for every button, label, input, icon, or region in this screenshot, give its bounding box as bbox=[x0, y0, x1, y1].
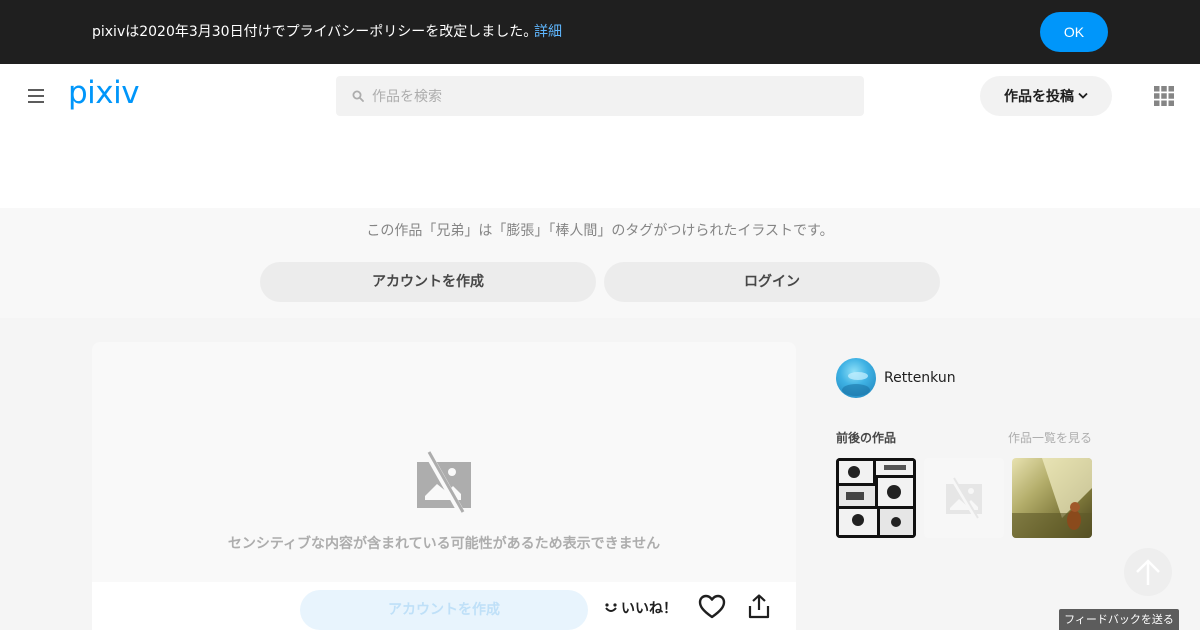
privacy-notice-bar: pixivは2020年3月30日付けでプライバシーポリシーを改定しました。 詳細… bbox=[0, 0, 1200, 64]
chevron-down-icon bbox=[1078, 92, 1088, 99]
next-work-thumbnail[interactable] bbox=[1012, 458, 1092, 538]
hamburger-menu-icon[interactable] bbox=[28, 89, 44, 103]
privacy-notice-ok-button[interactable]: OK bbox=[1040, 12, 1108, 52]
adjacent-works-title: 前後の作品 bbox=[836, 431, 897, 445]
search-input[interactable] bbox=[372, 76, 852, 116]
banner-login-button[interactable]: ログイン bbox=[604, 262, 940, 302]
apps-grid-icon[interactable] bbox=[1154, 86, 1174, 106]
scene-thumbnail-image bbox=[1012, 458, 1092, 538]
create-account-button[interactable]: アカウントを作成 bbox=[300, 590, 588, 630]
like-button[interactable]: いいね！ bbox=[604, 598, 677, 618]
image-hidden-icon bbox=[417, 450, 471, 514]
scroll-to-top-button[interactable] bbox=[1124, 548, 1172, 596]
arrow-up-icon bbox=[1136, 559, 1160, 585]
comic-thumbnail-image bbox=[836, 458, 916, 538]
like-label: いいね！ bbox=[621, 601, 677, 617]
post-artwork-button[interactable]: 作品を投稿 bbox=[980, 76, 1112, 116]
see-all-works-link[interactable]: 作品一覧を見る bbox=[1008, 430, 1092, 446]
pixiv-logo[interactable]: pixiv bbox=[68, 76, 152, 114]
search-box[interactable] bbox=[336, 76, 864, 116]
share-icon[interactable] bbox=[748, 594, 770, 620]
previous-work-thumbnail[interactable] bbox=[836, 458, 916, 538]
search-icon bbox=[352, 90, 364, 102]
signup-banner: この作品「兄弟」は「膨張」「棒人間」のタグがつけられたイラストです。 アカウント… bbox=[0, 208, 1200, 318]
author-avatar[interactable] bbox=[836, 358, 876, 398]
artwork-viewer: センシティブな内容が含まれている可能性があるため表示できません bbox=[92, 342, 796, 582]
post-artwork-label: 作品を投稿 bbox=[1004, 89, 1074, 105]
image-hidden-icon bbox=[946, 476, 982, 520]
author-username[interactable]: Rettenkun bbox=[884, 370, 956, 386]
banner-create-account-button[interactable]: アカウントを作成 bbox=[260, 262, 596, 302]
avatar-image bbox=[842, 372, 870, 396]
smile-icon bbox=[605, 603, 617, 612]
heart-icon[interactable] bbox=[698, 594, 726, 620]
banner-tag-text: この作品「兄弟」は「膨張」「棒人間」のタグがつけられたイラストです。 bbox=[366, 223, 834, 239]
pixiv-logo-text: pixiv bbox=[68, 76, 139, 111]
current-work-thumbnail[interactable] bbox=[924, 458, 1004, 538]
artwork-action-bar: アカウントを作成 いいね！ bbox=[92, 582, 796, 630]
privacy-notice-details-link[interactable]: 詳細 bbox=[534, 23, 562, 41]
sensitive-content-message: センシティブな内容が含まれている可能性があるため表示できません bbox=[227, 536, 661, 552]
feedback-button[interactable]: フィードバックを送る bbox=[1059, 609, 1179, 630]
privacy-notice-text: pixivは2020年3月30日付けでプライバシーポリシーを改定しました。 bbox=[92, 24, 538, 40]
